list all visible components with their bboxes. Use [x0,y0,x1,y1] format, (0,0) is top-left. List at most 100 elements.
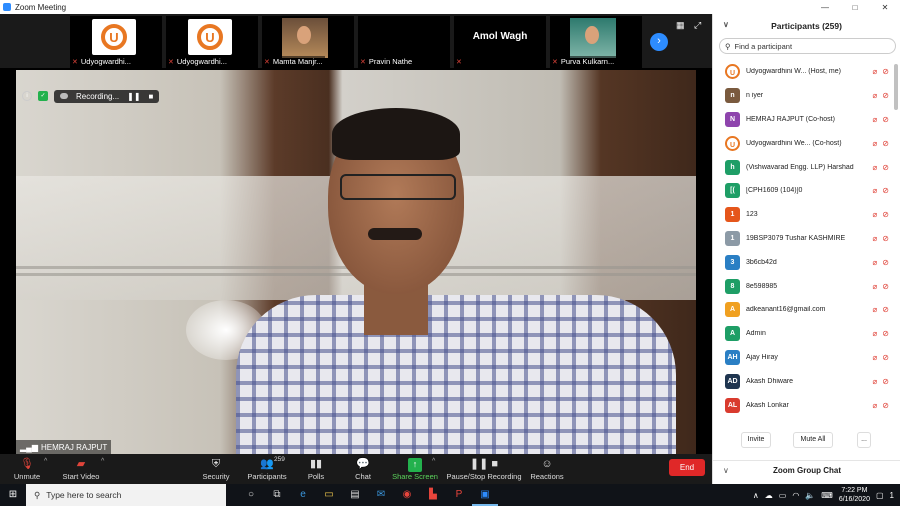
video-thumbnail[interactable]: ✕ Purva Kulkarn... [550,16,642,68]
avatar: 3 [725,254,740,270]
mail-icon[interactable]: ✉ [368,484,394,506]
next-page-button[interactable]: › [650,33,668,51]
participant-status-icons: ⌀ ⊘ [872,91,889,100]
video-off-icon: ⊘ [882,114,889,124]
participant-search-input[interactable]: ⚲ Find a participant [719,38,896,54]
windows-start-icon[interactable]: ⊞ [0,484,26,506]
store-icon[interactable]: ▤ [342,484,368,506]
participant-row[interactable]: A Admin ⌀ ⊘ [713,322,900,346]
edge-icon[interactable]: e [290,484,316,506]
participant-row[interactable]: Aadkeanant16@gmail.com ⌀ ⊘ [713,298,900,322]
info-icon[interactable]: i [22,91,32,101]
share-screen-label: Share Screen [392,471,438,481]
participant-name: adkeanant16@gmail.com [746,306,826,314]
mic-muted-icon: ⌀ [872,233,878,243]
video-off-icon: ⊘ [882,210,889,220]
network-icon[interactable]: ◠ [792,491,799,500]
video-off-icon: ⊘ [882,329,889,339]
gallery-view-icon[interactable]: ▦ [676,20,686,30]
participant-name: 3b6cb42d [746,258,777,266]
polls-label: Polls [307,471,325,481]
acrobat-icon[interactable]: ▙ [420,484,446,506]
ime-icon[interactable]: ⌨ [821,491,833,500]
zoom-taskbar-icon[interactable]: ▣ [472,484,498,506]
reactions-button[interactable]: ☺ Reactions [528,454,566,484]
recording-button[interactable]: ❚❚ ■ Pause/Stop Recording [446,454,522,484]
thumbnail-name: Purva Kulkarn... [560,57,615,66]
participant-row[interactable]: U Udyogwardhini We... (Co-host) ⌀ ⊘ [713,131,900,155]
recording-bar: i ✓ Recording... ❚❚ ■ [22,88,160,104]
avatar: U [725,135,740,151]
chat-button[interactable]: 💬 Chat [346,454,380,484]
video-thumbnail[interactable]: Amol Wagh ✕ [454,16,546,68]
polls-button[interactable]: ▮▮ Polls [298,454,334,484]
video-thumbnail[interactable]: U ✕ Udyogwardhi... [166,16,258,68]
meeting-stage: U ✕ Udyogwardhi... U ✕ Udyogwardhi... ✕ Mam… [0,14,712,454]
group-chat-title: Zoom Group Chat [773,466,841,475]
muted-mic-icon: ✕ [264,58,270,66]
stop-recording-icon[interactable]: ■ [149,92,154,101]
avatar: AH [725,349,740,365]
video-options-icon[interactable]: ^ [101,458,104,465]
participant-row[interactable]: [([CPH1609 (104)]0 ⌀ ⊘ [713,179,900,203]
file-explorer-icon[interactable]: ▭ [316,484,342,506]
more-options-button[interactable]: ... [857,432,871,448]
mute-all-button[interactable]: Mute All [793,432,833,448]
participant-row[interactable]: 1 19BSP3079 Tushar KASHMIRE ⌀ ⊘ [713,227,900,251]
notification-icon[interactable]: ▢ [876,491,884,500]
search-placeholder: Find a participant [734,41,793,51]
participant-row[interactable]: AL Akash Lonkar ⌀ ⊘ [713,393,900,417]
maximize-button[interactable]: □ [840,3,870,12]
pause-stop-icon: ❚❚ ■ [469,457,499,470]
window-controls: — □ ✕ [810,3,900,12]
participant-row[interactable]: AH Ajay Hiray ⌀ ⊘ [713,346,900,370]
cortana-icon[interactable]: ○ [238,484,264,506]
tray-overflow-icon[interactable]: ∧ [753,491,759,500]
clock[interactable]: 7:22 PM 6/16/2020 [839,486,870,504]
task-view-icon[interactable]: ⧉ [264,484,290,506]
participant-row[interactable]: nn iyer ⌀ ⊘ [713,84,900,108]
participant-row[interactable]: U Udyogwardhini W... (Host, me) ⌀ ⊘ [713,60,900,84]
taskbar-search-box[interactable]: ⚲ Type here to search [26,484,226,506]
speaker-name-tag: ▂▄▆ HEMRAJ RAJPUT [16,440,112,454]
participant-row[interactable]: 8 8e598985 ⌀ ⊘ [713,274,900,298]
participant-row[interactable]: h (Vishwavarad Engg. LLP) Harshad ⌀ ⊘ [713,155,900,179]
security-shield-icon[interactable]: ✓ [38,91,48,101]
mic-muted-icon: ⌀ [872,329,878,339]
participant-list-scrollbar[interactable] [894,64,898,110]
thumbnail-name: Mamta Manjr... [272,57,323,66]
video-thumbnail[interactable]: ✕ Mamta Manjr... [262,16,354,68]
fullscreen-icon[interactable]: ⤢ [694,20,704,30]
group-chat-header[interactable]: ∨ Zoom Group Chat [713,460,900,480]
notification-count: 1 [889,490,894,500]
participant-row[interactable]: 1 123 ⌀ ⊘ [713,203,900,227]
mic-muted-icon: ⌀ [872,91,878,101]
minimize-button[interactable]: — [810,3,840,12]
pause-recording-icon[interactable]: ❚❚ [127,92,140,101]
audio-options-icon[interactable]: ^ [44,458,47,465]
start-video-button[interactable]: ▰ Start Video [58,454,104,484]
invite-button[interactable]: Invite [741,432,771,448]
participant-name: Ajay Hiray [746,353,778,361]
battery-icon[interactable]: ▭ [779,491,787,500]
end-meeting-button[interactable]: End [669,459,705,476]
share-options-icon[interactable]: ^ [432,458,435,465]
video-thumbnail[interactable]: ✕ Pravin Nathe [358,16,450,68]
powerpoint-icon[interactable]: P [446,484,472,506]
participant-photo [570,18,616,58]
chrome-icon[interactable]: ◉ [394,484,420,506]
video-thumbnail[interactable]: U ✕ Udyogwardhi... [70,16,162,68]
unmute-button[interactable]: 🎙 Unmute [10,454,44,484]
close-button[interactable]: ✕ [870,3,900,12]
volume-icon[interactable]: 🔈 [805,491,815,500]
avatar: 8 [725,278,740,294]
participant-row[interactable]: 3 3b6cb42d ⌀ ⊘ [713,250,900,274]
participant-row[interactable]: N HEMRAJ RAJPUT (Co-host) ⌀ ⊘ [713,108,900,132]
muted-mic-icon: ✕ [456,58,462,66]
cloud-tray-icon[interactable]: ☁ [765,491,773,500]
participant-row[interactable]: AD Akash Dhiware ⌀ ⊘ [713,369,900,393]
security-button[interactable]: ⛨ Security [196,454,236,484]
expand-chevron-icon[interactable]: ∨ [723,461,729,481]
video-off-icon: ⊘ [882,305,889,315]
collapse-chevron-icon[interactable]: ∨ [723,20,729,29]
